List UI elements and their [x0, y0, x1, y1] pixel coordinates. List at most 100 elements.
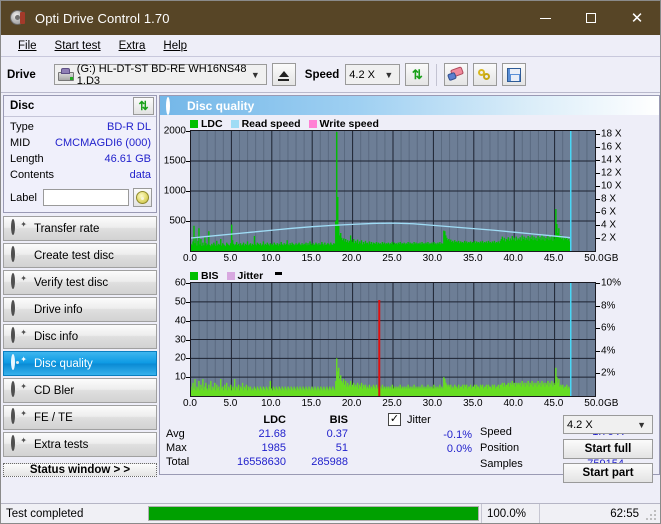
disc-icon [166, 96, 180, 115]
disc-panel-title: Disc [10, 100, 35, 112]
samples-caption: Samples [480, 458, 523, 470]
sidebar-item-fe-te[interactable]: ✦ FE / TE [3, 405, 157, 430]
drive-icon [57, 68, 74, 81]
erase-button[interactable] [444, 63, 469, 86]
y-tick-label: 1000 [163, 185, 186, 197]
disc-row-key: Length [10, 153, 44, 165]
y2-tick [596, 134, 600, 136]
menu-item-start-test[interactable]: Start test [46, 38, 110, 54]
stats-total-bis: 285988 [311, 456, 348, 468]
legend-label-bis: BIS [201, 269, 219, 282]
disc-icon [9, 9, 27, 27]
sidebar-item-create-test-disc[interactable]: Create test disc [3, 243, 157, 268]
sidebar-item-disc-info[interactable]: ✦ Disc info [3, 324, 157, 349]
sidebar-item-transfer-rate[interactable]: ✦ Transfer rate [3, 216, 157, 241]
ldc-chart-y2-axis: 2 X4 X6 X8 X 10 X 12 X 14 X 16 X 18 X [596, 128, 628, 252]
eject-button[interactable] [271, 63, 296, 86]
bis-chart-x-axis: 0.0 5.0 10.0 15.0 20.0 25.0 30.0 35.0 40.0 45.0 50… [160, 397, 659, 411]
disc-icon [11, 300, 26, 317]
sidebar-item-label: FE / TE [34, 411, 73, 424]
status-window-button[interactable]: Status window > > [3, 463, 157, 477]
main-pane: Disc quality LDC Read speed Write speed … [159, 95, 660, 483]
bis-chart-plot[interactable] [190, 282, 596, 397]
close-icon: ✕ [630, 9, 644, 27]
refresh-icon: ⇅ [411, 66, 423, 82]
sidebar-item-label: Disc info [34, 330, 79, 343]
y2-tick [596, 160, 600, 162]
sidebar-item-disc-quality[interactable]: ✦ Disc quality [3, 351, 157, 376]
disc-row-value: 46.61 GB [104, 153, 151, 165]
refresh-button[interactable]: ⇅ [405, 63, 430, 86]
x-tick-label: 50.0 [584, 398, 604, 409]
minimize-button[interactable] [522, 1, 568, 35]
start-full-button[interactable]: Start full [563, 439, 653, 459]
disc-label-input[interactable] [42, 189, 129, 206]
sidebar-item-verify-test-disc[interactable]: ✦ Verify test disc [3, 270, 157, 295]
toolbar-separator [436, 63, 438, 86]
menu-item-extra[interactable]: Extra [110, 38, 155, 54]
drive-select[interactable]: (G:) HL-DT-ST BD-RE WH16NS48 1.D3 ▼ [53, 63, 267, 87]
test-speed-value: 4.2 X [567, 418, 593, 431]
disc-row-value: CMCMAGDI6 (000) [55, 137, 151, 149]
ldc-chart-plot[interactable] [190, 130, 596, 252]
legend-swatch-jitter [226, 271, 235, 280]
disc-icon: ✦ [11, 381, 27, 398]
x-axis-unit-label: GB [604, 253, 619, 264]
sidebar-item-drive-info[interactable]: Drive info [3, 297, 157, 322]
y2-tick [596, 350, 600, 352]
save-button[interactable] [502, 63, 527, 86]
y2-tick-label: 18 X [601, 128, 622, 140]
y2-tick-label: 4% [601, 345, 616, 357]
legend-label-read-speed: Read speed [241, 117, 301, 130]
disc-row-value: BD-R DL [106, 121, 151, 133]
jitter-checkbox[interactable]: ✓ [388, 413, 401, 426]
stats-total-ldc: 16558630 [237, 456, 286, 468]
y2-tick [596, 305, 600, 307]
refresh-icon: ⇅ [138, 99, 149, 113]
disc-label-row: Label [4, 186, 156, 212]
sidebar-item-label: CD Bler [34, 384, 75, 397]
test-speed-select[interactable]: 4.2 X ▼ [563, 415, 653, 434]
y2-tick-label: 2 X [601, 232, 617, 244]
stats-max-jitter: 0.0% [446, 443, 472, 455]
start-full-label: Start full [584, 443, 632, 455]
disc-row-length: Length 46.61 GB [10, 152, 151, 167]
progress-bar [146, 504, 481, 524]
speed-select[interactable]: 4.2 X ▼ [345, 64, 401, 85]
stats-row-label: Total [166, 456, 190, 468]
app-window: Opti Drive Control 1.70 ✕ File Start tes… [0, 0, 661, 524]
disc-label-button[interactable] [132, 188, 152, 207]
sidebar-item-cd-bler[interactable]: ✦ CD Bler [3, 378, 157, 403]
close-button[interactable]: ✕ [614, 1, 660, 35]
y-tick-label: 1500 [163, 155, 186, 167]
disc-icon: ✦ [11, 219, 27, 236]
ldc-chart-x-axis: 0.0 5.0 10.0 15.0 20.0 25.0 30.0 35.0 40.0 45.0 50… [160, 252, 659, 266]
disc-panel-header: Disc ⇅ [4, 96, 156, 117]
chevron-down-icon: ▼ [384, 69, 394, 80]
stats-avg-bis: 0.37 [326, 428, 348, 440]
disc-icon: ✦ [11, 408, 27, 425]
start-part-button[interactable]: Start part [563, 463, 653, 483]
menu-item-file[interactable]: File [9, 38, 46, 54]
disc-row-mid: MID CMCMAGDI6 (000) [10, 136, 151, 151]
sidebar-item-label: Create test disc [34, 249, 114, 262]
x-tick-label: 25.0 [382, 253, 402, 264]
drive-toolbar: Drive (G:) HL-DT-ST BD-RE WH16NS48 1.D3 … [1, 57, 660, 93]
y-tick-label: 10 [174, 371, 186, 383]
maximize-button[interactable] [568, 1, 614, 35]
x-tick-label: 35.0 [463, 253, 483, 264]
x-tick-label: 20.0 [341, 253, 362, 264]
disc-icon: ✦ [11, 435, 27, 452]
sidebar-item-label: Transfer rate [34, 222, 100, 235]
sidebar-item-extra-tests[interactable]: ✦ Extra tests [3, 432, 157, 457]
menu-item-help[interactable]: Help [154, 38, 196, 54]
bis-chart-y-axis: 10 20 30 40 50 60 [160, 278, 190, 397]
y-tick-label: 50 [174, 296, 186, 308]
resize-grip-icon[interactable] [646, 507, 658, 520]
disc-row-value: data [129, 169, 151, 181]
keys-button[interactable] [473, 63, 498, 86]
y2-tick [596, 199, 600, 201]
eject-icon [278, 70, 289, 77]
table-row: Avg 21.68 0.37 [166, 427, 348, 441]
disc-refresh-button[interactable]: ⇅ [133, 97, 154, 115]
